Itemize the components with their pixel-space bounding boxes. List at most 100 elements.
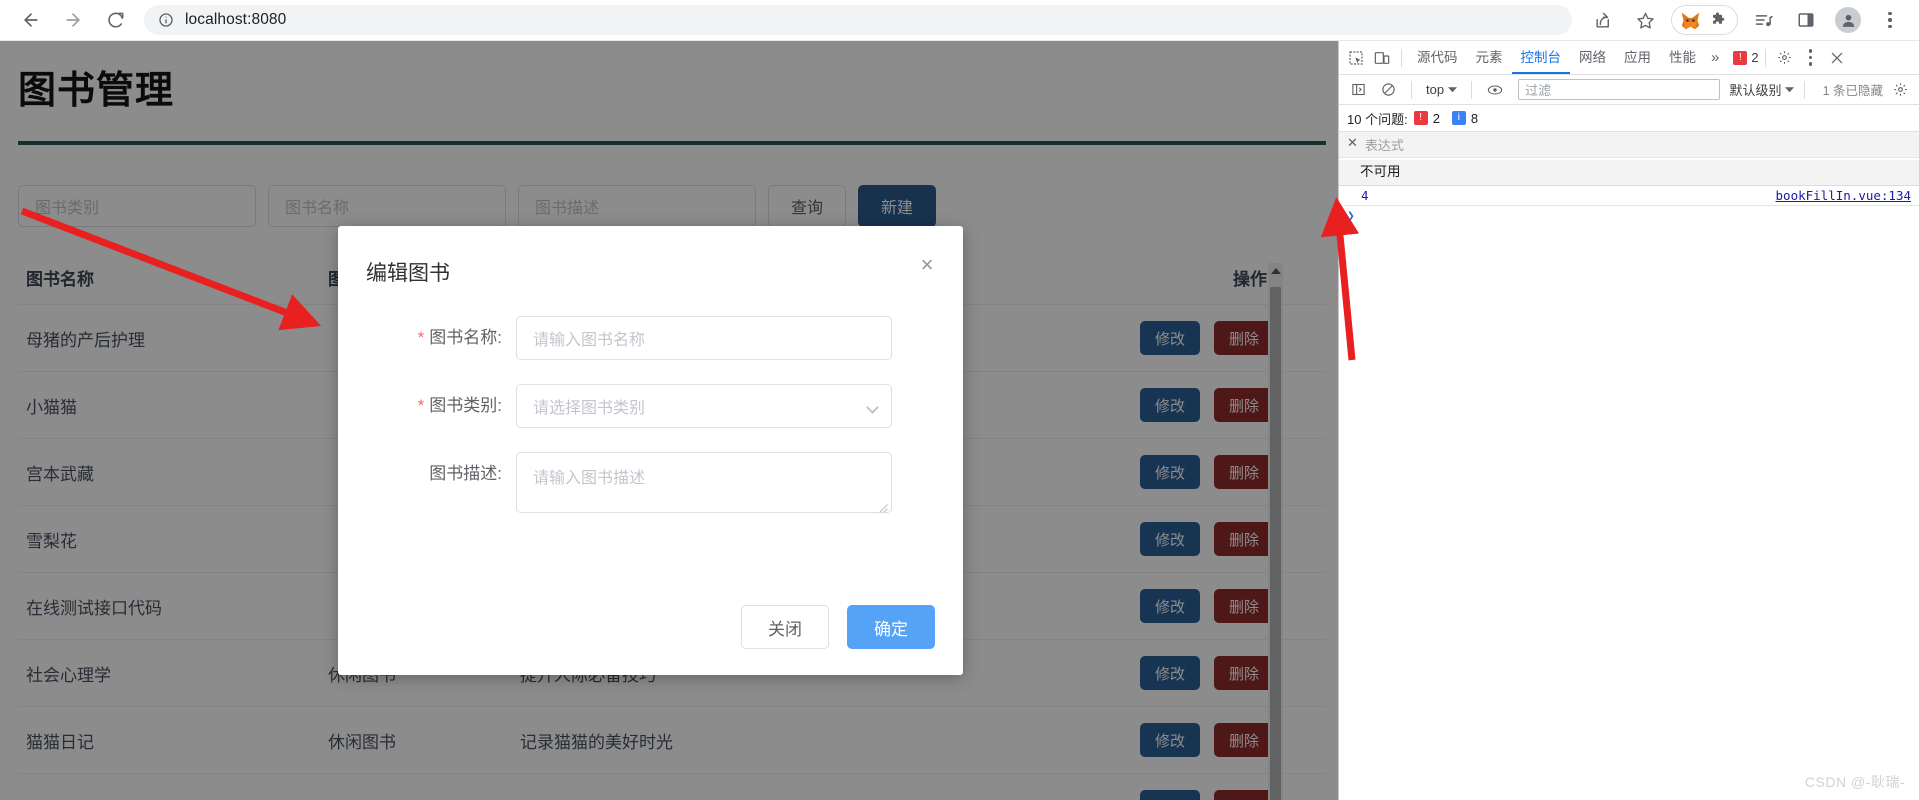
avatar: [1835, 7, 1861, 33]
forward-icon[interactable]: [56, 3, 90, 37]
toolbar-divider-5: [1803, 80, 1805, 99]
extensions-pill: [1671, 5, 1738, 35]
label-book-name: * 图书名称:: [338, 316, 516, 360]
profile-icon[interactable]: [1833, 5, 1863, 35]
label-book-category: * 图书类别:: [338, 384, 516, 428]
log-level-label: 默认级别: [1729, 83, 1782, 98]
info-icon: [158, 12, 174, 28]
context-label: top: [1426, 82, 1445, 97]
issues-info-chip: i 8: [1451, 110, 1484, 127]
error-icon: !: [1733, 50, 1748, 65]
back-icon[interactable]: [14, 3, 48, 37]
side-panel-icon[interactable]: [1791, 5, 1821, 35]
book-desc-placeholder: 请输入图书描述: [533, 470, 646, 487]
devtools-tab-4[interactable]: 应用: [1615, 41, 1660, 74]
form-row-category: * 图书类别: 请选择图书类别: [338, 384, 963, 428]
console-log-value: 4: [1361, 188, 1369, 203]
label-book-desc: 图书描述:: [338, 452, 516, 496]
book-desc-textarea[interactable]: 请输入图书描述: [516, 452, 892, 513]
console-toolbar: top 过滤 默认级别 1 条已隐藏: [1339, 75, 1919, 105]
book-name-input[interactable]: 请输入图书名称: [516, 316, 892, 360]
console-sidebar-icon[interactable]: [1345, 77, 1371, 103]
console-log-source[interactable]: bookFillIn.vue:134: [1776, 188, 1911, 203]
book-name-placeholder: 请输入图书名称: [533, 332, 646, 349]
dialog-confirm-button[interactable]: 确定: [847, 605, 935, 649]
devtools-menu-icon[interactable]: [1798, 45, 1824, 71]
address-bar[interactable]: localhost:8080: [144, 5, 1572, 35]
context-selector[interactable]: top: [1422, 82, 1461, 97]
devtools-tab-5[interactable]: 性能: [1660, 41, 1705, 74]
devtools-tabs: 源代码 元素 控制台 网络 应用 性能: [1408, 41, 1705, 74]
screen: localhost:8080 图书管理 图书类别 图书名称 图书描述 查询 新建…: [0, 0, 1919, 800]
clear-console-icon[interactable]: [1375, 77, 1401, 103]
devtools-tab-3[interactable]: 网络: [1570, 41, 1615, 74]
hidden-messages-note: 1 条已隐藏: [1822, 84, 1883, 98]
resize-handle-icon[interactable]: [879, 500, 888, 513]
media-icon[interactable]: [1749, 5, 1779, 35]
inspect-element-icon[interactable]: [1343, 45, 1369, 71]
issues-error-chip: ! 2: [1413, 110, 1446, 127]
devtools-close-icon[interactable]: [1824, 45, 1850, 71]
browser-action-icons: [1582, 5, 1919, 35]
star-icon[interactable]: [1630, 5, 1660, 35]
label-text: 图书类别:: [429, 396, 502, 415]
issues-label: 10 个问题:: [1347, 111, 1408, 127]
filter-placeholder: 过滤: [1525, 83, 1552, 98]
console-log-row: 4 bookFillIn.vue:134: [1339, 186, 1919, 206]
expression-label: 表达式: [1364, 138, 1404, 153]
toolbar-divider-3: [1411, 80, 1412, 99]
dialog-footer: 关闭 确定: [338, 579, 963, 675]
devtools-tab-1[interactable]: 元素: [1467, 41, 1512, 74]
browser-toolbar: localhost:8080: [0, 0, 1919, 41]
close-icon[interactable]: ×: [914, 252, 940, 278]
label-text: 图书描述:: [429, 464, 502, 483]
puzzle-icon[interactable]: [1708, 5, 1730, 35]
live-expression-row: ✕ 表达式: [1339, 132, 1919, 158]
share-icon[interactable]: [1588, 5, 1618, 35]
issues-error-count: 2: [1432, 110, 1440, 126]
label-text: 图书名称:: [429, 328, 502, 347]
dialog-title: 编辑图书: [366, 262, 450, 285]
issues-info-count: 8: [1470, 110, 1479, 126]
live-expression-icon[interactable]: [1482, 77, 1508, 103]
menu-icon[interactable]: [1875, 5, 1905, 35]
filter-input[interactable]: 过滤: [1518, 79, 1720, 100]
log-level-selector[interactable]: 默认级别: [1730, 80, 1794, 99]
remove-expression-icon[interactable]: ✕: [1347, 135, 1358, 150]
device-toolbar-icon[interactable]: [1369, 45, 1395, 71]
console-prompt[interactable]: ❯: [1339, 206, 1919, 227]
toolbar-divider: [1401, 48, 1402, 67]
book-category-select[interactable]: 请选择图书类别: [516, 384, 892, 428]
devtools-panel: 源代码 元素 控制台 网络 应用 性能 » ! 2 top 过滤 默认级别 1 …: [1338, 41, 1919, 800]
edit-book-dialog: 编辑图书 × * 图书名称: 请输入图书名称 * 图书类别: 请选择图书类别 图…: [338, 226, 963, 675]
reload-icon[interactable]: [98, 3, 132, 37]
required-asterisk: *: [417, 396, 425, 415]
chevron-down-icon: [866, 401, 879, 414]
devtools-tab-0[interactable]: 源代码: [1408, 41, 1467, 74]
form-row-name: * 图书名称: 请输入图书名称: [338, 316, 963, 360]
gear-icon[interactable]: [1772, 45, 1798, 71]
prompt-arrow-icon: ❯: [1347, 209, 1355, 224]
chevron-down-icon: [1784, 87, 1794, 93]
edit-book-form: * 图书名称: 请输入图书名称 * 图书类别: 请选择图书类别 图书描述: 请输…: [338, 316, 963, 537]
expression-value: 不可用: [1339, 160, 1919, 186]
error-count: 2: [1751, 50, 1759, 65]
console-settings-icon[interactable]: [1887, 77, 1913, 103]
form-row-desc: 图书描述: 请输入图书描述: [338, 452, 963, 513]
more-tabs-icon[interactable]: »: [1705, 49, 1725, 66]
devtools-tabbar: 源代码 元素 控制台 网络 应用 性能 » ! 2: [1339, 41, 1919, 75]
error-count-badge[interactable]: ! 2: [1733, 50, 1759, 65]
error-icon: !: [1413, 111, 1428, 125]
book-category-placeholder: 请选择图书类别: [533, 400, 646, 417]
toolbar-divider-4: [1471, 80, 1473, 99]
web-page: 图书管理 图书类别 图书名称 图书描述 查询 新建 图书名称 图书类别: [0, 41, 1338, 800]
dialog-close-button[interactable]: 关闭: [741, 605, 829, 649]
watermark: CSDN @-耿瑞-: [1804, 774, 1905, 790]
chevron-down-icon: [1448, 87, 1458, 93]
required-asterisk: *: [417, 328, 425, 347]
issues-bar[interactable]: 10 个问题: ! 2 i 8: [1339, 105, 1919, 132]
url-text: localhost:8080: [185, 11, 287, 28]
devtools-tab-2[interactable]: 控制台: [1511, 41, 1570, 74]
metamask-icon[interactable]: [1680, 10, 1701, 31]
info-icon: i: [1451, 111, 1466, 125]
